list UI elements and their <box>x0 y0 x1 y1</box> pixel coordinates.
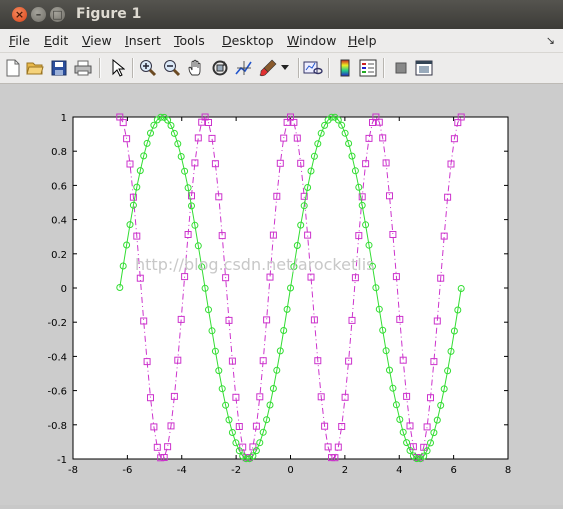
pan-hand-icon[interactable] <box>186 58 206 78</box>
link-plot-icon[interactable] <box>303 58 323 78</box>
menu-insert[interactable]: Insert <box>125 33 161 48</box>
rotate-3d-icon[interactable] <box>210 58 230 78</box>
open-file-icon[interactable] <box>25 58 45 78</box>
toolbar-separator <box>383 58 385 78</box>
y-tick-label: 1 <box>61 113 67 124</box>
menu-desktop[interactable]: Desktop <box>222 33 274 48</box>
minimize-window-button[interactable]: – <box>31 7 46 22</box>
toolbar-separator <box>99 58 101 78</box>
y-tick-label: 0.8 <box>51 147 67 158</box>
menu-window[interactable]: Window <box>287 33 336 48</box>
x-tick-label: 0 <box>287 465 293 476</box>
toolbar-separator <box>298 58 300 78</box>
plot-svg: -8 -6 -4 -2 0 2 4 6 8 -1 -0.8 -0.6 -0.4 -0.2 0 0.2 0.4 0.… <box>47 113 511 476</box>
menu-edit[interactable]: Edit <box>44 33 68 48</box>
watermark-text: http://blog.csdn.net/arocketlis <box>135 255 374 274</box>
x-tick-label: -2 <box>231 465 241 476</box>
x-tick-label: -6 <box>122 465 132 476</box>
x-tick-label: 4 <box>396 465 402 476</box>
y-tick-label: 0.4 <box>51 216 67 227</box>
y-tick-label: 0 <box>61 284 67 295</box>
menu-bar: File Edit View Insert Tools Desktop Wind… <box>0 29 563 53</box>
new-figure-icon[interactable] <box>3 58 23 78</box>
menu-tools[interactable]: Tools <box>174 33 205 48</box>
menu-help[interactable]: Help <box>348 33 377 48</box>
close-window-button[interactable]: × <box>12 7 27 22</box>
figure-window: × – □ Figure 1 File Edit View Insert Too… <box>0 0 563 505</box>
maximize-window-button[interactable]: □ <box>50 7 65 22</box>
y-tick-label: -0.4 <box>47 352 67 363</box>
toolbar-separator <box>328 58 330 78</box>
colorbar-icon[interactable] <box>335 58 355 78</box>
y-tick-label: 0.2 <box>51 250 67 261</box>
show-plot-tools-icon[interactable] <box>414 58 434 78</box>
legend-icon[interactable] <box>358 58 378 78</box>
print-icon[interactable] <box>73 58 93 78</box>
menu-view[interactable]: View <box>82 33 112 48</box>
x-tick-label: 2 <box>342 465 348 476</box>
menu-file[interactable]: File <box>9 33 30 48</box>
hide-plot-tools-icon[interactable] <box>391 58 411 78</box>
zoom-in-icon[interactable] <box>138 58 158 78</box>
y-tick-label: -0.8 <box>47 421 67 432</box>
title-bar: × – □ Figure 1 <box>0 0 563 29</box>
brush-dropdown-arrow-icon[interactable] <box>278 58 292 78</box>
y-tick-label: -0.6 <box>47 387 67 398</box>
x-tick-label: -8 <box>68 465 78 476</box>
x-tick-label: 8 <box>505 465 511 476</box>
zoom-out-icon[interactable] <box>162 58 182 78</box>
x-tick-label: -4 <box>177 465 187 476</box>
save-icon[interactable] <box>49 58 69 78</box>
figure-canvas: -8 -6 -4 -2 0 2 4 6 8 -1 -0.8 -0.6 -0.4 -0.2 0 0.2 0.4 0.… <box>0 84 563 505</box>
toolbar-separator <box>132 58 134 78</box>
window-title: Figure 1 <box>76 6 142 22</box>
y-tick-label: 0.6 <box>51 181 67 192</box>
dock-arrow-icon[interactable]: ↘ <box>546 34 555 47</box>
y-tick-label: -0.2 <box>47 318 67 329</box>
data-cursor-icon[interactable] <box>234 58 254 78</box>
brush-icon[interactable] <box>258 58 278 78</box>
x-tick-label: 6 <box>450 465 456 476</box>
pointer-icon[interactable] <box>108 58 128 78</box>
toolbar <box>0 53 563 84</box>
y-tick-label: -1 <box>57 455 67 466</box>
